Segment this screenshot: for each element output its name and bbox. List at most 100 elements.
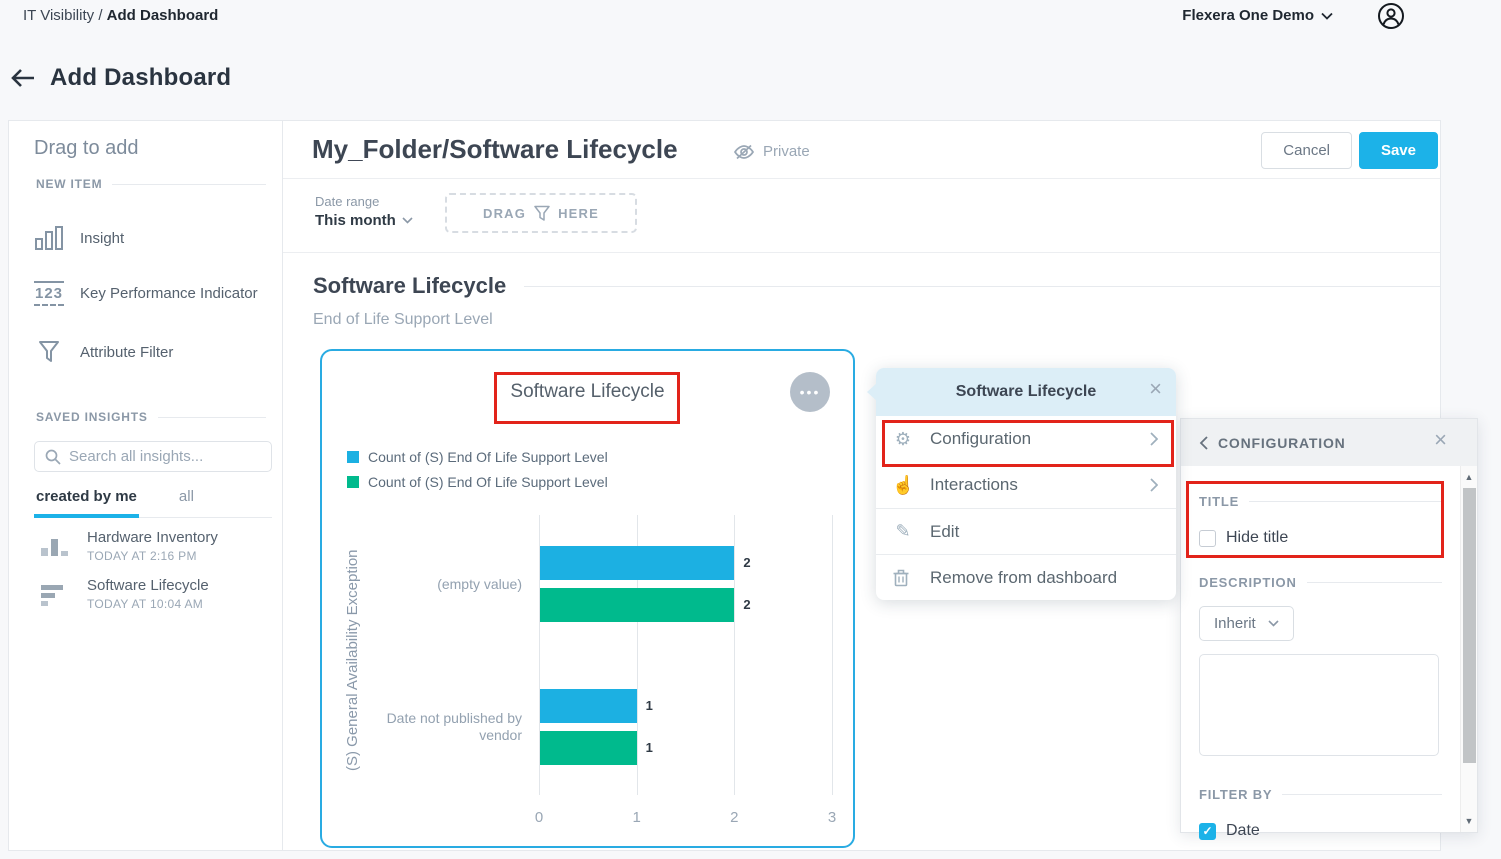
scroll-up-arrow[interactable]: ▲ (1461, 472, 1477, 482)
breadcrumb-root[interactable]: IT Visibility (23, 7, 94, 24)
bar-segment[interactable] (540, 588, 734, 622)
date-range-select[interactable]: This month (315, 212, 413, 229)
eye-slash-icon (733, 144, 755, 160)
date-checkbox[interactable]: ✓ (1199, 823, 1216, 840)
x-axis-tick-label: 1 (617, 809, 657, 826)
saved-insight-software-lifecycle[interactable]: Software Lifecycle TODAY AT 10:04 AM (39, 577, 209, 611)
category-label: (empty value) (374, 546, 522, 622)
bar-value-label: 1 (646, 740, 653, 755)
menu-item-label: Interactions (930, 475, 1018, 495)
dashboard-header: My_Folder/Software Lifecycle Private Can… (283, 121, 1440, 179)
divider (1249, 501, 1442, 502)
panel-scrollbar[interactable]: ▲ ▼ (1460, 466, 1477, 832)
hide-title-label: Hide title (1226, 529, 1288, 547)
bar-value-label: 1 (646, 698, 653, 713)
chevron-down-icon (1268, 620, 1279, 627)
privacy-label: Private (763, 143, 810, 160)
section-title: Software Lifecycle (313, 273, 506, 299)
drag-to-add-sidebar: Drag to add NEW ITEM Insight 123 Key Per… (8, 120, 283, 851)
bar-segment[interactable] (540, 689, 637, 723)
description-textarea[interactable] (1199, 654, 1439, 756)
insight-timestamp: TODAY AT 2:16 PM (87, 549, 218, 563)
menu-item-interactions[interactable]: ☝ Interactions (876, 462, 1176, 508)
funnel-icon (534, 205, 550, 222)
trash-icon (892, 568, 914, 587)
date-checkbox-row[interactable]: ✓ Date (1199, 822, 1442, 840)
menu-item-remove-from-dashboard[interactable]: Remove from dashboard (876, 554, 1176, 600)
cancel-button[interactable]: Cancel (1261, 132, 1352, 169)
gridline (832, 515, 833, 795)
page-heading: Add Dashboard (10, 64, 231, 92)
x-axis-tick-label: 3 (812, 809, 852, 826)
insight-section-header: Software Lifecycle (313, 273, 1440, 299)
bar-segment[interactable] (540, 731, 637, 765)
tab-created-by-me[interactable]: created by me (34, 484, 139, 518)
tap-icon: ☝ (892, 475, 914, 496)
chevron-down-icon (1321, 12, 1333, 20)
configuration-panel-title: CONFIGURATION (1218, 435, 1346, 451)
insight-chart-card[interactable]: Software Lifecycle ••• Count of (S) End … (320, 349, 855, 848)
gear-icon: ⚙ (892, 429, 914, 450)
divider (158, 417, 266, 418)
divider (1307, 582, 1442, 583)
drag-item-attribute-filter[interactable]: Attribute Filter (34, 338, 173, 366)
bar-chart: 22(empty value)11Date not published by v… (322, 351, 857, 850)
description-section-label: DESCRIPTION (1199, 575, 1442, 590)
sidebar-title: Drag to add (34, 137, 139, 160)
back-arrow-icon[interactable] (10, 68, 36, 88)
bar-segment[interactable] (540, 546, 734, 580)
insight-name: Software Lifecycle (87, 577, 209, 594)
chevron-right-icon (1150, 478, 1158, 492)
drag-item-label: Key Performance Indicator (80, 285, 258, 302)
insight-name: Hardware Inventory (87, 529, 218, 546)
page-title: Add Dashboard (50, 64, 231, 92)
org-name: Flexera One Demo (1182, 7, 1314, 24)
chevron-down-icon (402, 217, 413, 224)
date-range-label: Date range (315, 194, 379, 209)
insight-search[interactable] (34, 441, 272, 472)
chevron-right-icon (1150, 432, 1158, 446)
insight-timestamp: TODAY AT 10:04 AM (87, 597, 209, 611)
filter-by-section-label: FILTER BY (1199, 787, 1442, 802)
search-input[interactable] (69, 448, 268, 465)
drag-item-insight[interactable]: Insight (34, 224, 124, 252)
divider (112, 184, 266, 185)
breadcrumb-current: Add Dashboard (107, 7, 219, 24)
divider (524, 286, 1440, 287)
insight-tabs: created by me all (34, 484, 272, 518)
menu-item-edit[interactable]: ✎ Edit (876, 508, 1176, 554)
saved-insight-hardware-inventory[interactable]: Hardware Inventory TODAY AT 2:16 PM (39, 529, 218, 563)
menu-item-label: Edit (930, 522, 959, 542)
hide-title-checkbox[interactable] (1199, 530, 1216, 547)
user-avatar-icon[interactable] (1377, 2, 1405, 30)
drag-item-label: Attribute Filter (80, 344, 173, 361)
funnel-icon (34, 338, 64, 366)
tab-all[interactable]: all (177, 484, 196, 517)
context-menu-title: Software Lifecycle (956, 383, 1097, 401)
search-icon (45, 449, 61, 465)
y-axis-label: (S) General Availability Exception (344, 505, 361, 815)
save-button[interactable]: Save (1359, 132, 1438, 169)
breadcrumb-separator: / (98, 7, 102, 24)
new-item-section-label: NEW ITEM (36, 177, 266, 191)
drag-filter-dropzone[interactable]: DRAG HERE (445, 193, 637, 233)
filter-row: Date range This month DRAG HERE (283, 179, 1440, 253)
divider (1282, 794, 1442, 795)
drag-item-kpi[interactable]: 123 Key Performance Indicator (34, 281, 258, 306)
chevron-left-icon[interactable] (1199, 436, 1208, 450)
hide-title-checkbox-row[interactable]: Hide title (1199, 529, 1442, 547)
card-context-menu: Software Lifecycle × ⚙ Configuration ☝ I… (876, 368, 1176, 600)
breadcrumb[interactable]: IT Visibility / Add Dashboard (23, 7, 218, 24)
scrollbar-thumb[interactable] (1463, 488, 1476, 763)
close-icon[interactable]: × (1434, 429, 1447, 451)
gridline (734, 515, 735, 795)
org-switcher[interactable]: Flexera One Demo (1182, 7, 1333, 24)
drag-item-label: Insight (80, 230, 124, 247)
configuration-panel-body: TITLE Hide title DESCRIPTION Inherit FIL… (1181, 466, 1460, 832)
menu-item-configuration[interactable]: ⚙ Configuration (876, 416, 1176, 462)
close-icon[interactable]: × (1149, 378, 1162, 400)
section-subtitle: End of Life Support Level (313, 311, 493, 329)
description-inherit-dropdown[interactable]: Inherit (1199, 606, 1294, 641)
scroll-down-arrow[interactable]: ▼ (1461, 816, 1477, 826)
dashboard-title[interactable]: My_Folder/Software Lifecycle (312, 134, 678, 165)
